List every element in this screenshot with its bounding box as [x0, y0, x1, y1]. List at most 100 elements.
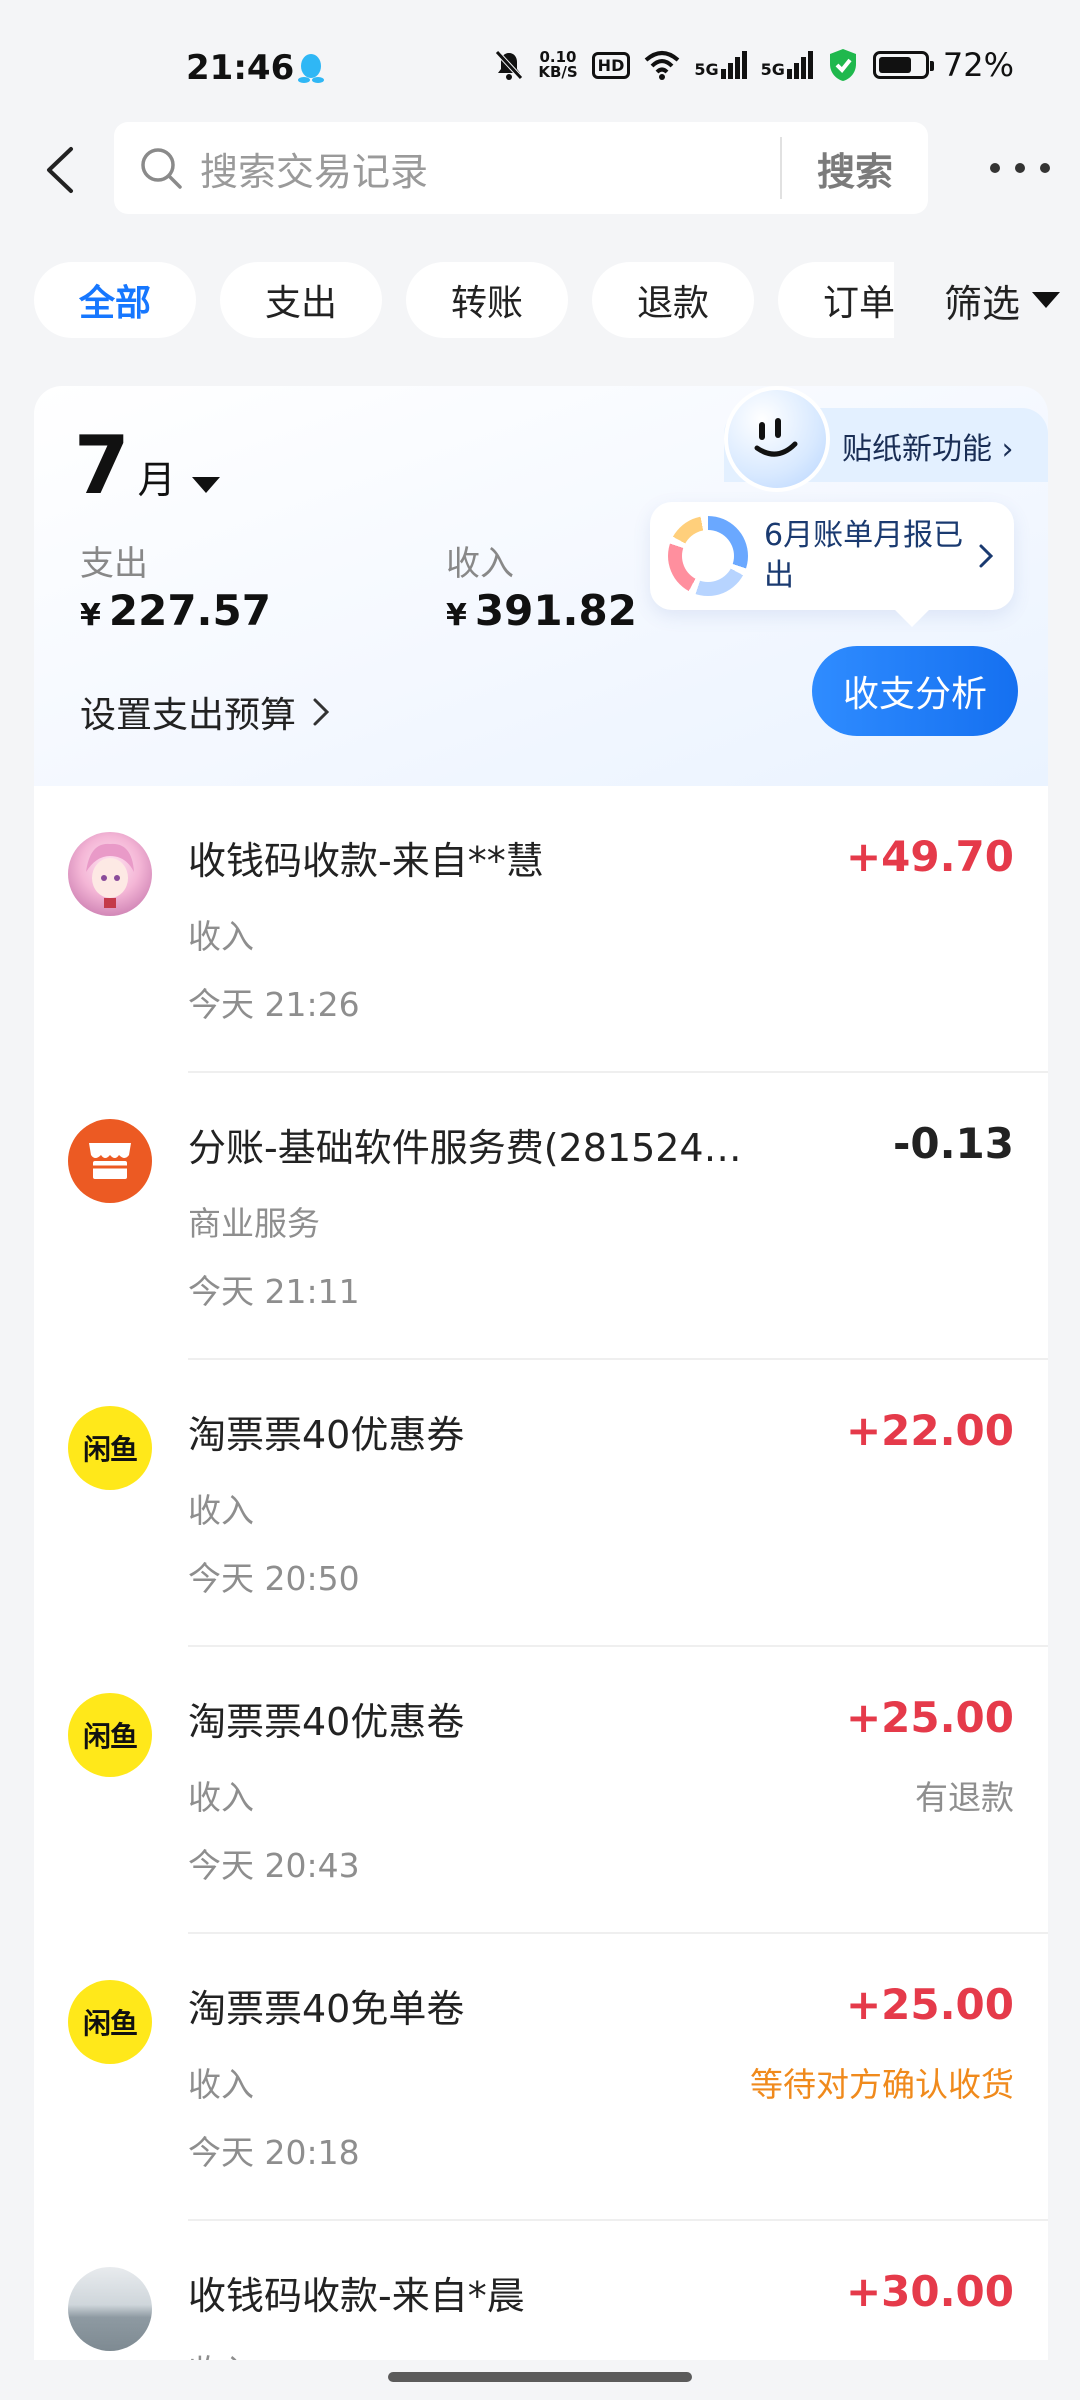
filter-chips: 全部 支出 转账 退款 订单 — [34, 262, 894, 338]
more-dot-icon — [1015, 163, 1025, 173]
transaction-category: 收入 — [188, 2065, 254, 2104]
transaction-row[interactable]: 闲鱼 淘票票40免单卷 收入 今天 20:18 +25.00 等待对方确认收货 — [34, 1934, 1048, 2221]
transaction-amount: +25.00 — [845, 1980, 1014, 2029]
transaction-row[interactable]: 闲鱼 淘票票40优惠卷 收入 今天 20:43 +25.00 有退款 — [34, 1647, 1048, 1934]
search-input[interactable]: 搜索交易记录 — [200, 141, 780, 196]
search-bar[interactable]: 搜索交易记录 搜索 — [114, 122, 928, 214]
transaction-category: 收入 — [188, 917, 254, 956]
transaction-title: 分账-基础软件服务费(2815246131305... — [188, 1126, 748, 1170]
month-selector[interactable]: 7 月 — [74, 426, 220, 506]
expense-label: 支出 — [80, 544, 148, 584]
transaction-category: 商业服务 — [188, 1204, 320, 1243]
xianyu-logo-text: 闲鱼 — [82, 1433, 138, 1466]
shop-icon — [68, 1119, 152, 1203]
sticker-mascot-icon[interactable] — [724, 386, 830, 492]
income-expense-analysis-button[interactable]: 收支分析 — [812, 646, 1018, 736]
xianyu-logo: 闲鱼 — [68, 1693, 152, 1777]
qq-penguin-icon — [298, 54, 324, 83]
transaction-note: 有退款 — [915, 1778, 1014, 1817]
status-icons: 0.10 KB/S HD 5G 5G 72% — [494, 46, 1014, 84]
filter-button[interactable]: 筛选 — [904, 250, 1080, 350]
month-number: 7 — [74, 419, 130, 512]
search-icon — [141, 148, 182, 189]
home-indicator[interactable] — [388, 2372, 692, 2382]
transaction-title: 淘票票40优惠券 — [188, 1413, 465, 1457]
transaction-title: 收钱码收款-来自**慧 — [188, 839, 544, 883]
expense-value: 227.57 — [108, 586, 271, 635]
battery-percent: 72% — [942, 46, 1014, 84]
month-unit: 月 — [137, 458, 176, 502]
misty-landscape-avatar — [68, 2267, 152, 2351]
transaction-amount: +25.00 — [845, 1693, 1014, 1742]
chip-order[interactable]: 订单 — [778, 262, 894, 338]
more-dot-icon — [1040, 163, 1050, 173]
expense-currency: ¥ — [80, 598, 101, 633]
xianyu-logo-text: 闲鱼 — [82, 2007, 138, 2040]
transaction-row[interactable]: 闲鱼 淘票票40优惠券 收入 今天 20:50 +22.00 — [34, 1360, 1048, 1647]
transaction-time: 今天 21:26 — [188, 985, 360, 1024]
smile-face-icon — [754, 418, 798, 457]
mute-bell-icon — [495, 50, 524, 80]
xianyu-logo-text: 闲鱼 — [82, 1720, 138, 1753]
net-speed-unit: KB/S — [538, 63, 578, 81]
transaction-title: 收钱码收款-来自*晨 — [188, 2274, 525, 2318]
battery-icon — [872, 51, 934, 79]
caret-down-icon — [191, 477, 220, 493]
chevron-right-icon: › — [1001, 432, 1014, 467]
monthly-report-bubble[interactable]: 6月账单月报已出 — [650, 502, 1014, 610]
transaction-amount: +49.70 — [845, 832, 1014, 881]
transaction-row[interactable]: 分账-基础软件服务费(2815246131305... 商业服务 今天 21:1… — [34, 1073, 1048, 1360]
transaction-category: 收入 — [188, 2345, 254, 2360]
storefront-icon — [89, 1143, 131, 1179]
hd-badge: HD — [591, 51, 631, 79]
battery-fill — [878, 57, 911, 73]
shield-check-icon — [829, 49, 856, 81]
income-value: 391.82 — [474, 586, 637, 635]
sticker-feature-link[interactable]: 贴纸新功能 › — [842, 424, 1014, 468]
status-time: 21:46 — [186, 48, 295, 88]
status-bar: 21:46 0.10 KB/S HD 5G 5G 72% — [0, 0, 1080, 130]
set-budget-link[interactable]: 设置支出预算 — [80, 686, 336, 738]
more-dot-icon — [990, 163, 1000, 173]
transaction-amount: +22.00 — [845, 1406, 1014, 1455]
chip-transfer[interactable]: 转账 — [406, 262, 568, 338]
monthly-report-text: 6月账单月报已出 — [764, 518, 964, 593]
caret-down-icon — [1032, 292, 1061, 308]
xianyu-logo: 闲鱼 — [68, 1980, 152, 2064]
transaction-title: 淘票票40免单卷 — [188, 1987, 465, 2031]
search-button[interactable]: 搜索 — [782, 141, 928, 196]
donut-chart-icon — [668, 516, 748, 596]
signal-bars-icon — [786, 51, 813, 79]
transaction-category: 收入 — [188, 1491, 254, 1530]
transaction-list: 收钱码收款-来自**慧 收入 今天 21:26 +49.70 分账-基础软件服务… — [34, 786, 1048, 2360]
signal-bars-icon — [720, 51, 747, 79]
filter-label: 筛选 — [944, 281, 1021, 326]
back-button[interactable] — [30, 140, 90, 200]
transaction-amount: -0.13 — [892, 1119, 1014, 1168]
transaction-time: 今天 21:11 — [188, 1272, 360, 1311]
signal-1: 5G — [694, 51, 747, 79]
transaction-category: 收入 — [188, 1778, 254, 1817]
income-total: ¥391.82 — [446, 586, 637, 635]
net-speed: 0.10 KB/S — [538, 50, 577, 80]
more-options-button[interactable] — [990, 150, 1050, 186]
signal-2-label: 5G — [760, 60, 785, 79]
chip-refund[interactable]: 退款 — [592, 262, 754, 338]
monthly-summary-card: 贴纸新功能 › 7 月 支出 ¥227.57 收入 ¥391.82 设置支出预算… — [34, 386, 1048, 786]
set-budget-label: 设置支出预算 — [80, 695, 297, 736]
chip-all[interactable]: 全部 — [34, 262, 196, 338]
transaction-row[interactable]: 收钱码收款-来自*晨 收入 +30.00 — [34, 2221, 1048, 2360]
income-currency: ¥ — [446, 598, 467, 633]
anime-girl-icon — [86, 843, 134, 908]
chip-expense[interactable]: 支出 — [220, 262, 382, 338]
wifi-icon — [645, 51, 680, 80]
chevron-left-icon — [47, 147, 73, 193]
signal-1-label: 5G — [694, 60, 719, 79]
income-label: 收入 — [446, 544, 514, 584]
xianyu-logo: 闲鱼 — [68, 1406, 152, 1490]
transaction-row[interactable]: 收钱码收款-来自**慧 收入 今天 21:26 +49.70 — [34, 786, 1048, 1073]
transaction-time: 今天 20:50 — [188, 1559, 360, 1598]
transaction-note: 等待对方确认收货 — [750, 2065, 1014, 2104]
transaction-title: 淘票票40优惠卷 — [188, 1700, 465, 1744]
anime-girl-avatar — [68, 832, 152, 916]
